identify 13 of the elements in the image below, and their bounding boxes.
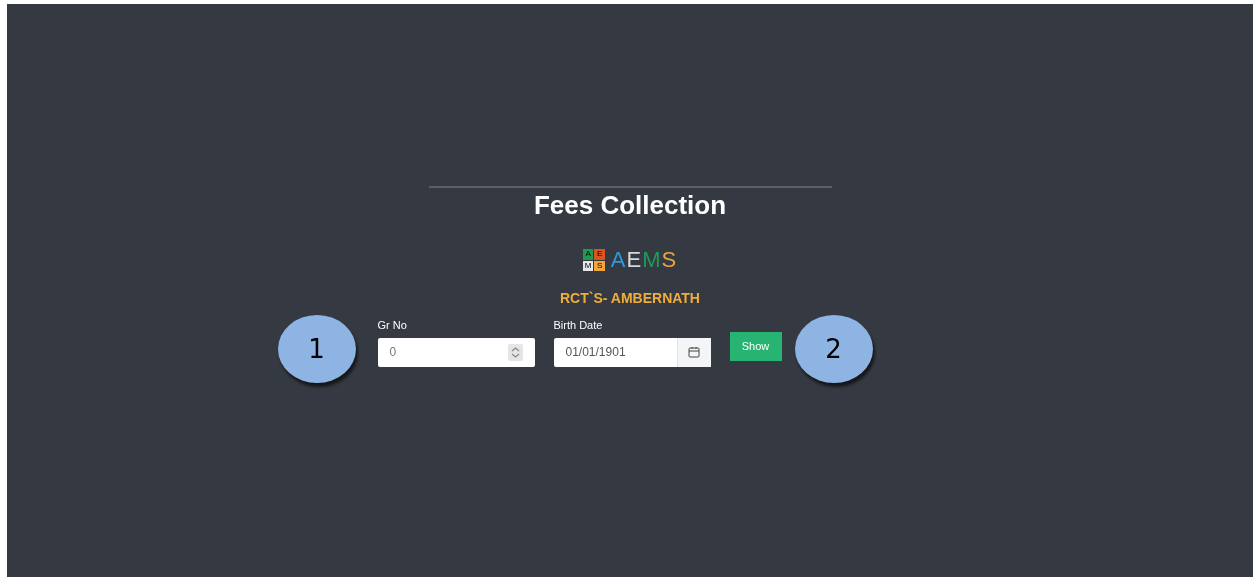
field-label: Gr No <box>377 318 408 334</box>
calendar-button[interactable] <box>676 337 711 367</box>
page-title: Fees Collection <box>533 189 727 221</box>
show-button[interactable]: Show <box>729 332 782 361</box>
logo-wordmark: AEMS <box>610 249 678 271</box>
gr-no-field[interactable]: 0 <box>377 337 535 367</box>
birth-date-field[interactable]: 01/01/1901 <box>553 337 711 367</box>
callout-circle: 2 <box>794 315 873 383</box>
calendar-icon <box>688 346 700 359</box>
callout-circle: 1 <box>277 315 356 383</box>
spinner-icon[interactable] <box>507 343 523 361</box>
school-name: RCT`S- AMBERNATH <box>560 289 700 308</box>
field-label: Birth Date <box>553 318 604 334</box>
